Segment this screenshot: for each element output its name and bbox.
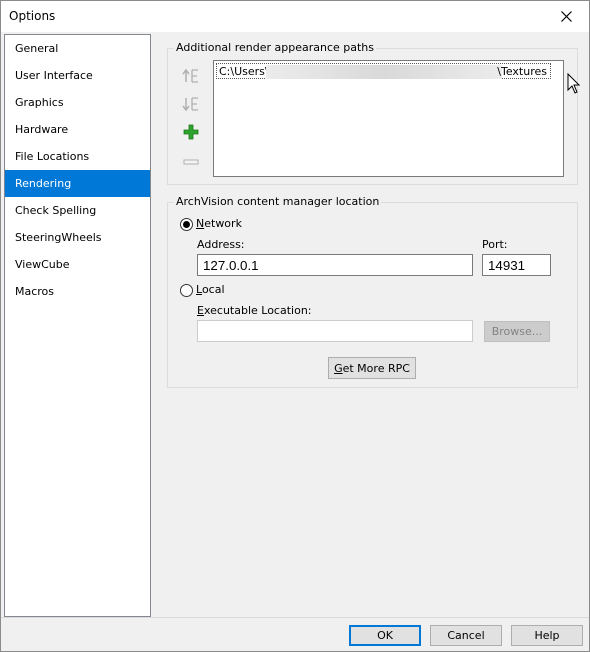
- nav-item-macros[interactable]: Macros: [5, 278, 150, 305]
- local-label[interactable]: Local: [196, 283, 225, 296]
- remove-path-button[interactable]: [181, 153, 201, 171]
- mouse-pointer-icon: [567, 73, 581, 94]
- nav-item-label: General: [15, 42, 59, 55]
- get-more-mnemonic: G: [334, 361, 343, 375]
- path-prefix: C:\Users\: [219, 65, 269, 78]
- local-radio[interactable]: [180, 284, 193, 297]
- options-dialog: Options General User Interface Graphics …: [0, 0, 590, 652]
- help-button-label: Help: [534, 629, 560, 642]
- render-paths-list[interactable]: C:\Users\ \Textures: [213, 60, 564, 177]
- address-label: Address:: [197, 238, 245, 251]
- render-paths-legend: Additional render appearance paths: [174, 41, 377, 54]
- cancel-button-label: Cancel: [447, 629, 485, 642]
- archvision-legend: ArchVision content manager location: [174, 195, 382, 208]
- executable-location-label: Executable Location:: [197, 304, 312, 317]
- get-more-label: et More RPC: [342, 361, 410, 375]
- executable-mnemonic: E: [197, 304, 204, 317]
- window-title: Options: [9, 9, 56, 23]
- nav-item-graphics[interactable]: Graphics: [5, 89, 150, 116]
- help-button[interactable]: Help: [511, 625, 583, 646]
- close-button[interactable]: [543, 1, 589, 32]
- browse-button-label: Browse...: [491, 325, 543, 338]
- path-suffix: \Textures: [497, 65, 547, 78]
- executable-label-text: xecutable Location:: [203, 304, 312, 317]
- ok-button-label: OK: [377, 629, 393, 642]
- cancel-button[interactable]: Cancel: [430, 625, 502, 646]
- nav-item-check-spelling[interactable]: Check Spelling: [5, 197, 150, 224]
- category-list: General User Interface Graphics Hardware…: [4, 34, 151, 617]
- network-radio[interactable]: [180, 218, 193, 231]
- archvision-group: ArchVision content manager location Netw…: [167, 195, 578, 388]
- path-list-item[interactable]: C:\Users\ \Textures: [216, 63, 551, 79]
- nav-item-label: Graphics: [15, 96, 64, 109]
- close-icon: [560, 11, 572, 22]
- nav-item-label: Check Spelling: [15, 204, 97, 217]
- add-icon: [183, 124, 199, 140]
- nav-item-steeringwheels[interactable]: SteeringWheels: [5, 224, 150, 251]
- ok-button[interactable]: OK: [349, 625, 421, 646]
- port-label: Port:: [482, 238, 508, 251]
- network-label-text: etwork: [204, 217, 242, 230]
- network-label[interactable]: Network: [196, 217, 242, 230]
- nav-item-hardware[interactable]: Hardware: [5, 116, 150, 143]
- footer-separator: [1, 617, 589, 618]
- remove-icon: [183, 159, 199, 165]
- local-label-text: ocal: [201, 283, 225, 296]
- move-up-icon: [182, 68, 198, 83]
- port-input[interactable]: [482, 254, 551, 276]
- nav-item-rendering[interactable]: Rendering: [5, 170, 150, 197]
- add-path-button[interactable]: [181, 123, 201, 141]
- redacted-username: [266, 65, 502, 79]
- move-down-button[interactable]: [181, 95, 201, 113]
- nav-item-general[interactable]: General: [5, 35, 150, 62]
- move-up-button[interactable]: [181, 67, 201, 85]
- nav-item-label: SteeringWheels: [15, 231, 102, 244]
- address-input[interactable]: [197, 254, 473, 276]
- nav-item-file-locations[interactable]: File Locations: [5, 143, 150, 170]
- nav-item-label: ViewCube: [15, 258, 70, 271]
- nav-item-user-interface[interactable]: User Interface: [5, 62, 150, 89]
- nav-item-label: Macros: [15, 285, 55, 298]
- executable-location-input[interactable]: [197, 320, 473, 342]
- browse-button[interactable]: Browse...: [484, 321, 550, 342]
- move-down-icon: [182, 97, 198, 112]
- nav-item-label: File Locations: [15, 150, 90, 163]
- nav-item-viewcube[interactable]: ViewCube: [5, 251, 150, 278]
- nav-item-label: Rendering: [15, 177, 72, 190]
- get-more-rpc-button[interactable]: Get More RPC: [328, 357, 416, 379]
- nav-item-label: Hardware: [15, 123, 69, 136]
- title-bar: Options: [1, 1, 589, 32]
- network-mnemonic: N: [196, 217, 205, 230]
- render-paths-group: Additional render appearance paths C:\Us…: [167, 41, 578, 185]
- nav-item-label: User Interface: [15, 69, 93, 82]
